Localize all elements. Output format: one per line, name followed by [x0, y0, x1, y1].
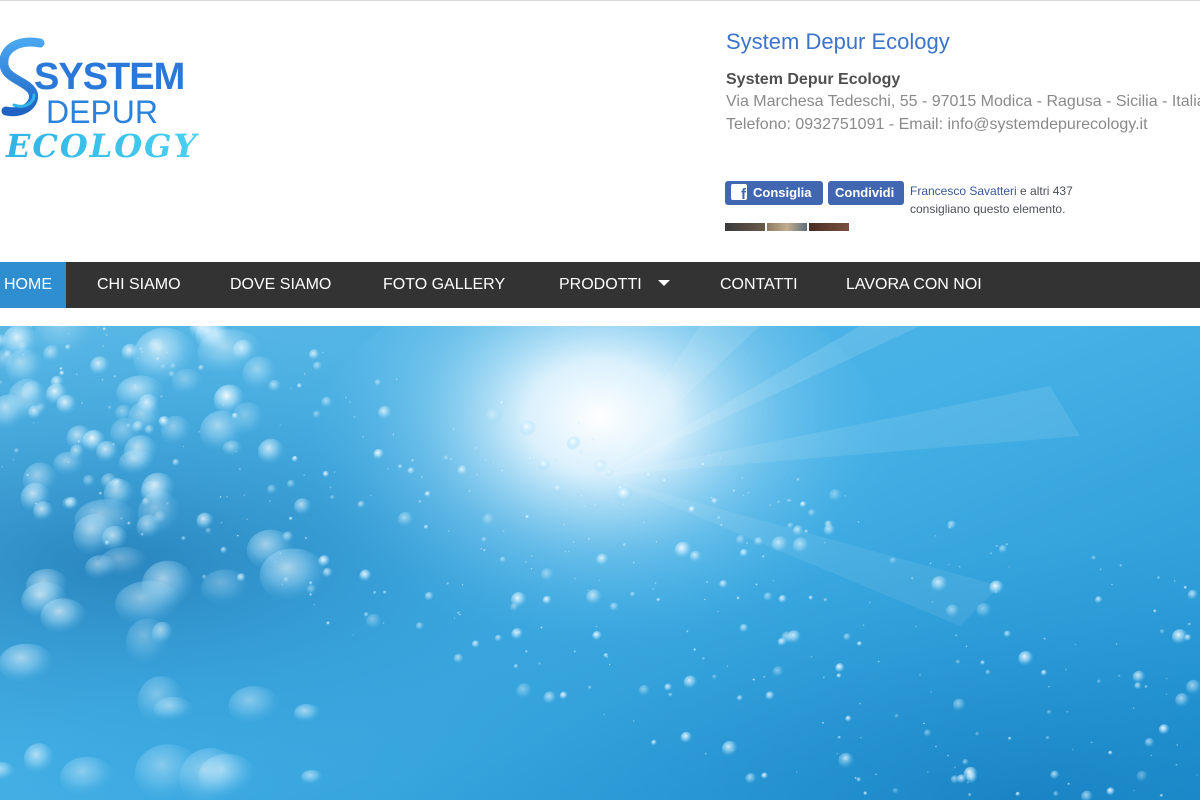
page: SYSTEM DEPUR ECOLOGY System Depur Ecolog…	[0, 0, 1200, 800]
logo-text-ecology: ECOLOGY	[5, 127, 199, 165]
facebook-friend-link[interactable]: Francesco Savatteri	[910, 184, 1017, 198]
nav-item-label: DOVE SIAMO	[230, 276, 332, 293]
facebook-friend-faces	[725, 223, 849, 231]
nav-item-label: PRODOTTI	[559, 276, 642, 293]
nav-item-dove-siamo[interactable]: DOVE SIAMO	[230, 262, 331, 308]
nav-item-label: FOTO GALLERY	[383, 276, 506, 293]
nav-item-label: CONTATTI	[720, 276, 798, 293]
facebook-icon: f	[731, 184, 747, 200]
friend-avatar[interactable]	[725, 223, 765, 231]
facebook-share-label: Condividi	[835, 185, 895, 200]
nav-item-lavora-con-noi[interactable]: LAVORA CON NOI	[846, 262, 982, 308]
facebook-social-text: Francesco Savatteri e altri 437 consigli…	[910, 182, 1130, 218]
nav-item-label: CHI SIAMO	[97, 276, 181, 293]
nav-item-contatti[interactable]: CONTATTI	[720, 262, 798, 308]
site-title[interactable]: System Depur Ecology	[726, 29, 1200, 55]
friend-avatar[interactable]	[809, 223, 849, 231]
company-name: System Depur Ecology	[726, 71, 901, 88]
company-contact: Telefono: 0932751091 - Email: info@syste…	[726, 116, 1148, 133]
main-navigation: HOME CHI SIAMO DOVE SIAMO FOTO GALLERY P…	[0, 262, 1200, 308]
chevron-down-icon	[657, 280, 670, 286]
header: SYSTEM DEPUR ECOLOGY System Depur Ecolog…	[0, 1, 1200, 262]
site-logo[interactable]: SYSTEM DEPUR ECOLOGY	[0, 33, 200, 173]
nav-item-label: LAVORA CON NOI	[846, 276, 982, 293]
nav-item-home[interactable]: HOME	[0, 262, 66, 308]
logo-text-depur: DEPUR	[46, 94, 158, 130]
nav-item-foto-gallery[interactable]: FOTO GALLERY	[383, 262, 505, 308]
site-info: System Depur Ecology System Depur Ecolog…	[726, 29, 1200, 149]
facebook-like-button[interactable]: f Consiglia	[725, 181, 823, 205]
nav-item-label: HOME	[4, 276, 52, 293]
facebook-widget: f Consiglia Condividi Francesco Savatteri…	[725, 181, 1145, 237]
nav-item-prodotti[interactable]: PRODOTTI	[559, 262, 670, 308]
hero-image	[0, 326, 1200, 800]
nav-item-chi-siamo[interactable]: CHI SIAMO	[97, 262, 181, 308]
hero-water-bubbles	[0, 326, 1200, 800]
facebook-share-button[interactable]: Condividi	[828, 181, 904, 205]
logo-graphic: SYSTEM DEPUR ECOLOGY	[0, 37, 199, 165]
logo-text-system: SYSTEM	[34, 56, 184, 98]
company-address: Via Marchesa Tedeschi, 55 - 97015 Modica…	[726, 93, 1200, 110]
friend-avatar[interactable]	[767, 223, 807, 231]
facebook-like-label: Consiglia	[753, 185, 812, 200]
